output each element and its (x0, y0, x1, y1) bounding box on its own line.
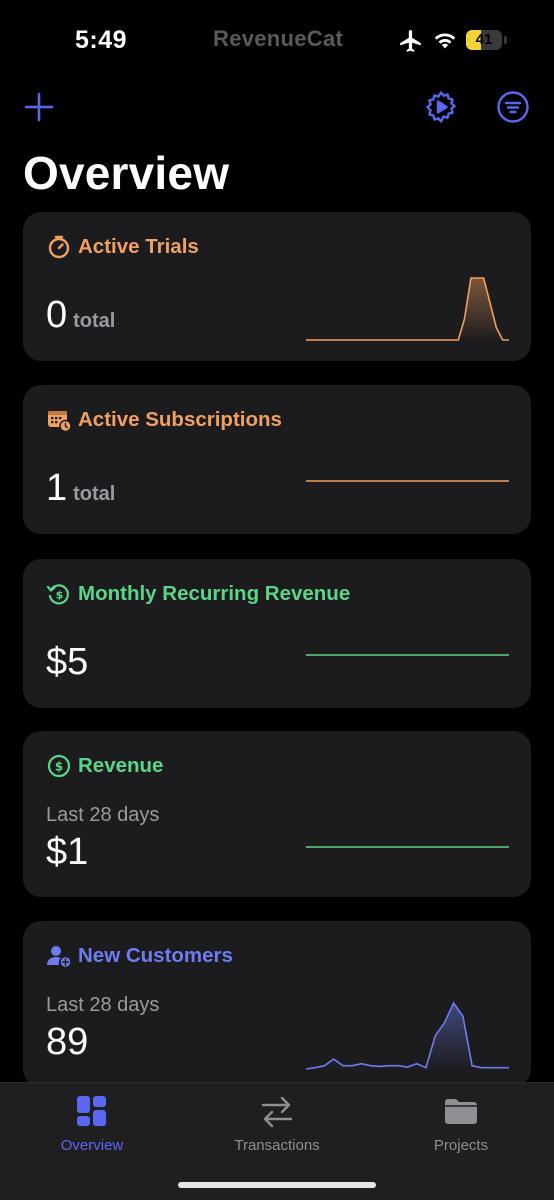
sparkline-area (306, 278, 509, 342)
card-value-row: 0 total (46, 294, 115, 337)
tab-overview[interactable]: Overview (17, 1093, 167, 1154)
card-subtitle: Last 28 days (46, 804, 160, 826)
battery-indicator: 41 (466, 30, 508, 52)
card-header: $ Revenue (46, 753, 163, 779)
card-header: $ Monthly Recurring Revenue (46, 581, 350, 607)
wifi-icon (434, 33, 456, 49)
card-unit: total (73, 483, 116, 505)
card-header: Active Subscriptions (46, 407, 282, 433)
page-title: Overview (23, 147, 230, 199)
home-indicator (178, 1182, 376, 1188)
card-header: New Customers (46, 943, 233, 969)
active-trials-card[interactable]: Active Trials 0 total (23, 212, 531, 361)
active-trials-sparkline (306, 277, 509, 342)
arrows-left-right-icon (261, 1096, 293, 1128)
card-value: 89 (46, 1021, 89, 1063)
tab-label: Transactions (234, 1137, 320, 1154)
new-customers-sparkline (306, 1001, 509, 1071)
card-title: Monthly Recurring Revenue (78, 582, 351, 605)
person-add-icon (47, 946, 72, 969)
svg-text:$: $ (56, 589, 64, 602)
card-value: $5 (46, 641, 89, 683)
card-title: Revenue (78, 754, 164, 777)
svg-text:$: $ (55, 760, 63, 774)
battery-level: 41 (475, 31, 493, 48)
tab-label: Overview (60, 1137, 124, 1154)
card-subtitle: Last 28 days (46, 994, 160, 1016)
sparkline-line (306, 1001, 509, 1070)
mrr-card[interactable]: $ Monthly Recurring Revenue $5 (23, 559, 531, 708)
battery-cap (504, 36, 507, 44)
mrr-sparkline (306, 654, 509, 656)
new-customers-card[interactable]: New Customers Last 28 days 89 (23, 921, 531, 1087)
card-title: New Customers (78, 944, 233, 967)
calendar-badge-icon (48, 411, 72, 433)
timer-icon (48, 235, 70, 259)
tab-transactions[interactable]: Transactions (202, 1093, 352, 1154)
card-title: Active Subscriptions (78, 408, 282, 431)
overview-screen: 5:49 RevenueCat 41 Overview Active Trial… (0, 0, 554, 1200)
card-unit: total (73, 310, 116, 332)
status-bar: 5:49 RevenueCat 41 (0, 0, 554, 80)
revenue-card[interactable]: $ Revenue Last 28 days $1 (23, 731, 531, 897)
settings-button[interactable] (424, 90, 458, 124)
active-subscriptions-card[interactable]: Active Subscriptions 1 total (23, 385, 531, 534)
revenue-sparkline (306, 846, 509, 848)
card-value: 1 (46, 467, 68, 509)
filter-button[interactable] (496, 90, 530, 124)
tab-label: Projects (433, 1137, 489, 1154)
brand-logo-text: RevenueCat (213, 26, 344, 51)
card-title: Active Trials (78, 235, 199, 258)
folder-icon (445, 1099, 477, 1124)
dollar-circle-icon: $ (47, 754, 71, 778)
battery-body: 41 (466, 30, 502, 50)
tab-projects[interactable]: Projects (386, 1093, 536, 1154)
card-header: Active Trials (46, 234, 199, 260)
card-value: $1 (46, 831, 89, 873)
dashboard-grid-icon (77, 1096, 106, 1126)
card-value: 0 (46, 294, 68, 336)
status-time: 5:49 (75, 26, 128, 54)
add-button[interactable] (22, 90, 56, 124)
active-subscriptions-sparkline (306, 480, 509, 482)
airplane-icon (400, 30, 421, 52)
dollar-cycle-icon: $ (46, 584, 69, 605)
card-value-row: 1 total (46, 467, 115, 510)
